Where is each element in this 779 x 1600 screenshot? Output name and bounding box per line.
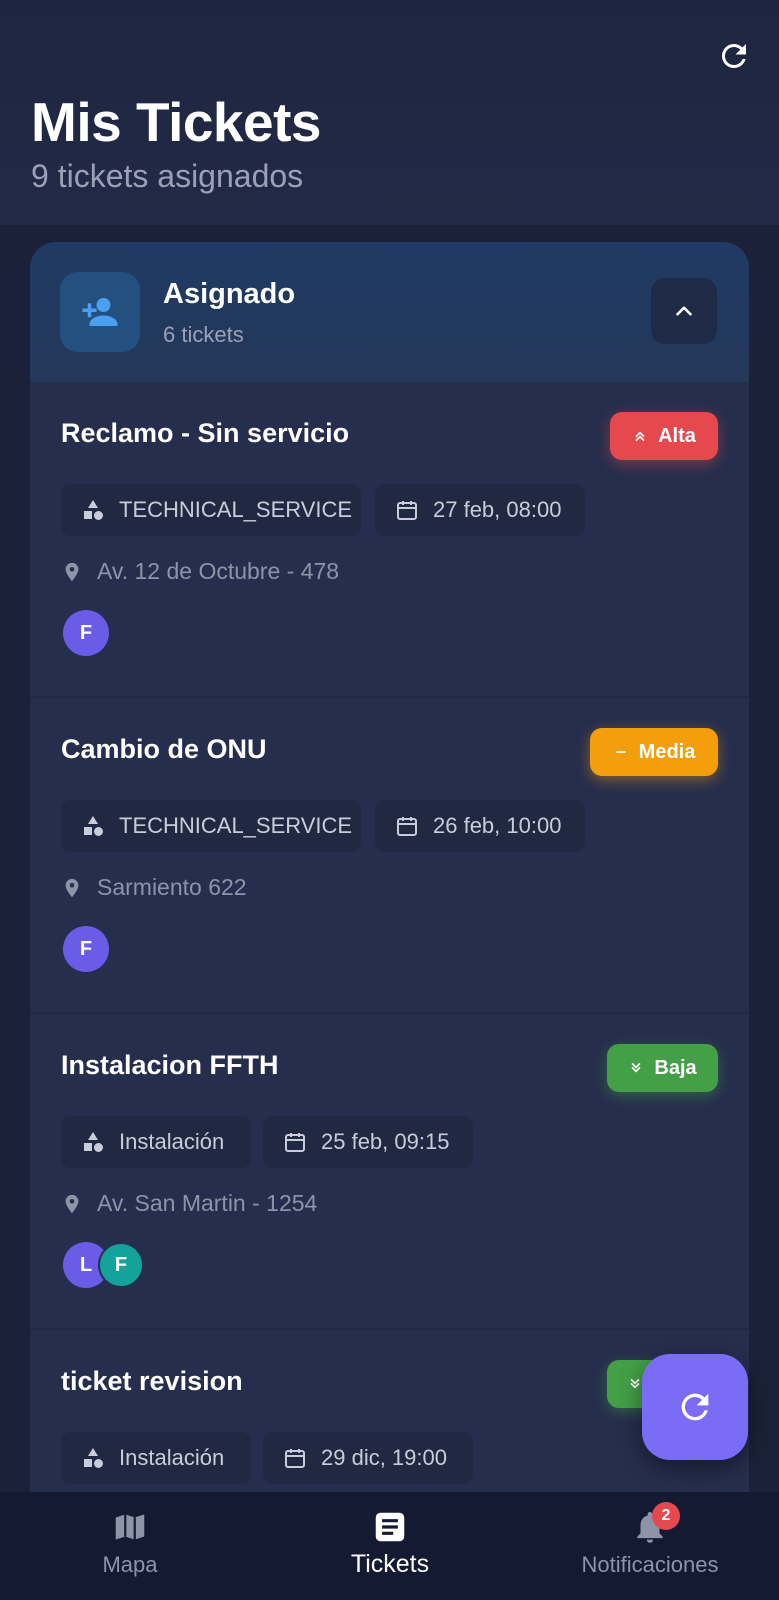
app-header: Mis Tickets 9 tickets asignados [0,0,779,225]
category-chip: TECHNICAL_SERVICE [61,800,361,852]
page-title: Mis Tickets [31,91,322,153]
date-chip: 25 feb, 09:15 [263,1116,473,1168]
location-label: Av. San Martin - 1254 [97,1190,318,1216]
avatar: F [63,610,109,656]
category-icon [84,816,103,836]
date-chip: 29 dic, 19:00 [263,1432,473,1484]
group-icon-box [60,272,140,352]
nav-item-mapa[interactable]: Mapa [60,1492,200,1600]
avatar: F [98,1242,144,1288]
location-pin-icon [65,878,79,897]
date-chip: 26 feb, 10:00 [375,800,585,852]
ticket-title: Cambio de ONU [61,734,267,764]
person-add-icon [82,298,118,326]
collapse-button[interactable] [651,278,717,344]
refresh-fab[interactable] [642,1354,748,1460]
avatar: F [63,926,109,972]
double-chevron-down-icon [631,1062,641,1073]
location: Sarmiento 622 [61,874,247,901]
category-chip: Instalación [61,1116,251,1168]
double-chevron-up-icon [635,431,645,442]
category-icon [84,500,103,520]
location-label: Sarmiento 622 [97,874,247,900]
category-chip: TECHNICAL_SERVICE [61,484,361,536]
date-chip: 27 feb, 08:00 [375,484,585,536]
date-label: 29 dic, 19:00 [321,1445,447,1470]
double-chevron-down-icon [630,1378,640,1389]
date-label: 27 feb, 08:00 [433,497,562,522]
group-count: 6 tickets [163,322,244,347]
priority-label: Media [638,740,696,763]
location-pin-icon [65,1194,79,1213]
priority-label: Baja [654,1056,697,1079]
priority-badge: Alta [610,412,718,460]
refresh-icon [681,1393,709,1421]
refresh-button[interactable] [714,36,754,76]
chevron-up-icon [676,306,692,316]
ticket-card[interactable]: Reclamo - Sin servicio Alta TECHNICAL_SE… [30,382,749,698]
nav-label: Mapa [102,1552,158,1577]
category-label: TECHNICAL_SERVICE [119,813,353,838]
page-subtitle: 9 tickets asignados [31,158,304,194]
priority-badge: Baja [607,1044,718,1092]
location-pin-icon [65,562,79,581]
nav-label: Notificaciones [581,1552,719,1577]
document-icon [375,1512,405,1542]
location: Av. San Martin - 1254 [61,1190,317,1217]
ticket-card[interactable]: Instalacion FFTH Baja Instalación 25 feb… [30,1014,749,1330]
calendar-icon [285,1133,305,1152]
category-chip: Instalación [61,1432,251,1484]
category-label: TECHNICAL_SERVICE [119,497,353,522]
ticket-title: ticket revision [61,1366,243,1396]
calendar-icon [397,817,417,836]
priority-label: Alta [658,424,696,447]
category-label: Instalación [119,1129,225,1154]
date-label: 26 feb, 10:00 [433,813,562,838]
date-label: 25 feb, 09:15 [321,1129,450,1154]
ticket-title: Instalacion FFTH [61,1050,279,1080]
location: Av. 12 de Octubre - 478 [61,558,339,585]
category-label: Instalación [119,1445,225,1470]
nav-label: Tickets [350,1550,430,1578]
priority-badge: Media [590,728,718,776]
nav-item-notificaciones[interactable]: Notificaciones [560,1492,740,1600]
notification-badge: 2 [652,1502,680,1530]
calendar-icon [285,1449,305,1468]
category-icon [84,1132,103,1152]
ticket-title: Reclamo - Sin servicio [61,418,350,448]
map-icon [115,1514,145,1540]
calendar-icon [397,501,417,520]
group-title: Asignado [163,278,296,310]
refresh-icon [721,43,746,68]
group-header[interactable]: Asignado 6 tickets [30,242,749,382]
nav-item-tickets[interactable]: Tickets [320,1492,460,1600]
minus-icon [615,751,626,753]
location-label: Av. 12 de Octubre - 478 [97,558,340,584]
ticket-card[interactable]: Cambio de ONU Media TECHNICAL_SERVICE 26… [30,698,749,1014]
category-icon [84,1448,103,1468]
ticket-group-panel: Asignado 6 tickets Reclamo - Sin servici… [30,242,749,1492]
